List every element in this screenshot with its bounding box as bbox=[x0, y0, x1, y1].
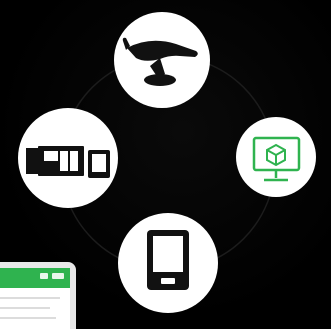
node-intraoral-scanner bbox=[114, 12, 210, 108]
node-desktop-devices bbox=[18, 108, 118, 208]
node-circle bbox=[114, 12, 210, 108]
node-tablet-device bbox=[118, 213, 218, 313]
workflow-diagram bbox=[0, 0, 331, 329]
node-lab-workflow bbox=[236, 117, 316, 197]
diagram-canvas bbox=[0, 12, 316, 329]
laptop-icon bbox=[0, 262, 76, 329]
computer-devices-icon bbox=[26, 146, 110, 178]
tablet-device-icon bbox=[147, 230, 189, 290]
